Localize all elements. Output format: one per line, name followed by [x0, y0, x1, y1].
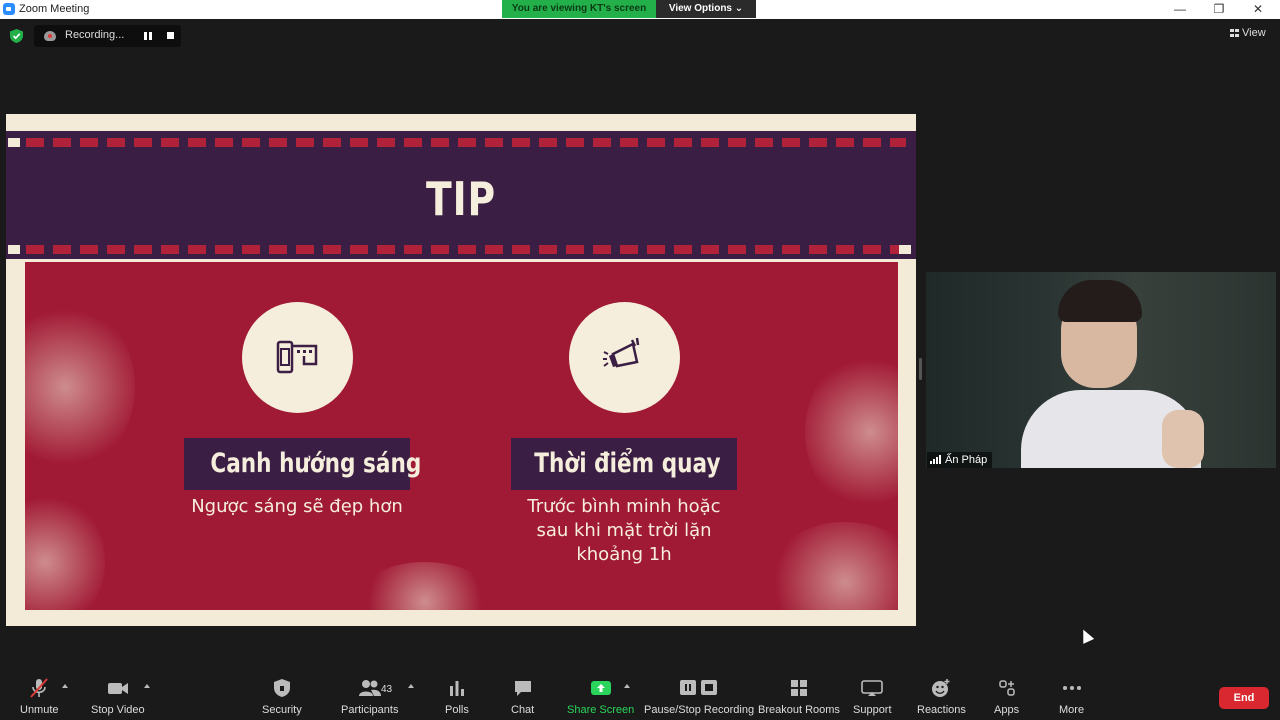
share-options-caret[interactable]: [624, 684, 630, 688]
audio-options-caret[interactable]: [62, 684, 68, 688]
share-screen-label: Share Screen: [567, 704, 635, 716]
participant-video[interactable]: [926, 272, 1276, 468]
reactions-label: Reactions: [917, 704, 966, 716]
encryption-shield-icon[interactable]: [10, 29, 23, 43]
grid-view-icon: [1230, 29, 1239, 37]
shared-screen-slide: TIP Canh hướng sáng Thời điểm quay Ngược…: [6, 114, 916, 626]
support-label: Support: [853, 704, 892, 716]
participant-hair: [1058, 280, 1142, 322]
tip-description: Ngược sáng sẽ đẹp hơn: [147, 495, 447, 519]
participants-icon: [358, 680, 381, 696]
pause-stop-recording-button[interactable]: Pause/Stop Recording: [644, 678, 754, 716]
reactions-emoji-icon: [932, 679, 950, 697]
meeting-toolbar: Unmute Stop Video Security Participants …: [0, 670, 1280, 720]
pause-stop-recording-label: Pause/Stop Recording: [644, 704, 755, 716]
film-perforation-end: [899, 245, 911, 254]
window-title: Zoom Meeting: [19, 3, 90, 15]
end-meeting-button[interactable]: End: [1219, 687, 1269, 709]
more-dots-icon: [1062, 686, 1081, 690]
texture-speckle: [6, 492, 105, 626]
stop-video-label: Stop Video: [91, 704, 145, 716]
pause-recording-icon[interactable]: [144, 32, 152, 40]
tip-icon-circle: [242, 302, 353, 413]
texture-speckle: [805, 352, 916, 512]
participant-name-tag: Ấn Pháp: [927, 452, 993, 468]
breakout-rooms-icon: [790, 680, 807, 696]
unmute-button[interactable]: Unmute: [20, 678, 59, 716]
stop-video-button[interactable]: Stop Video: [91, 678, 145, 716]
megaphone-icon: [603, 337, 640, 368]
reactions-button[interactable]: Reactions: [917, 678, 966, 716]
view-layout-button[interactable]: View: [1230, 27, 1266, 39]
participant-thumbs-up: [1162, 410, 1204, 468]
film-perforation-end: [8, 138, 20, 147]
participants-options-caret[interactable]: [408, 684, 414, 688]
more-label: More: [1059, 704, 1085, 716]
participants-count-badge: 43: [381, 684, 393, 695]
recording-indicator: Recording...: [34, 25, 181, 47]
polls-label: Polls: [445, 704, 469, 716]
film-perforation-end: [8, 245, 20, 254]
viewing-screen-banner: You are viewing KT's screen: [502, 0, 656, 18]
texture-speckle: [355, 562, 495, 626]
support-button[interactable]: Support: [853, 678, 892, 716]
tip-description-line: Trước bình minh hoặc: [527, 496, 721, 517]
security-label: Security: [262, 704, 302, 716]
share-screen-icon: [590, 681, 611, 695]
restore-button[interactable]: ❐: [1205, 1, 1233, 17]
chat-bubble-icon: [514, 681, 531, 696]
film-roll-icon: [276, 340, 318, 374]
mouse-cursor-icon: [1077, 627, 1095, 644]
tips-panel: Canh hướng sáng Thời điểm quay Ngược sán…: [6, 262, 916, 626]
close-window-button[interactable]: ✕: [1244, 1, 1272, 17]
support-screen-icon: [861, 680, 884, 696]
apps-icon: [998, 680, 1015, 696]
muted-microphone-icon: [30, 678, 49, 698]
texture-speckle: [765, 522, 916, 626]
unmute-label: Unmute: [20, 704, 59, 716]
zoom-app-icon: [3, 3, 15, 15]
tip-description-line: Ngược sáng sẽ đẹp hơn: [191, 496, 403, 517]
security-shield-icon: [273, 679, 290, 697]
film-perforations-top: [26, 138, 906, 147]
recording-label: Recording...: [65, 29, 125, 41]
chat-button[interactable]: Chat: [511, 678, 534, 716]
participants-label: Participants: [341, 704, 399, 716]
video-camera-icon: [107, 683, 128, 694]
chat-label: Chat: [511, 704, 535, 716]
tip-description-line: sau khi mặt trời lặn: [536, 520, 712, 541]
video-options-caret[interactable]: [144, 684, 150, 688]
texture-speckle: [6, 302, 135, 472]
tip-heading-text: Thời điểm quay: [534, 448, 721, 479]
security-button[interactable]: Security: [262, 678, 302, 716]
view-options-button[interactable]: View Options ⌄: [656, 0, 756, 18]
tip-description-line: khoảng 1h: [576, 544, 672, 565]
breakout-rooms-label: Breakout Rooms: [758, 704, 840, 716]
apps-label: Apps: [994, 704, 1020, 716]
participant-name: Ấn Pháp: [945, 454, 988, 466]
tip-description: Trước bình minh hoặc sau khi mặt trời lặ…: [474, 495, 774, 567]
view-label: View: [1242, 27, 1266, 39]
polls-button[interactable]: Polls: [445, 678, 469, 716]
slide-title: TIP: [426, 172, 496, 226]
panel-resize-handle[interactable]: [919, 358, 922, 380]
pause-stop-recording-icon: [680, 680, 718, 695]
stop-recording-icon[interactable]: [167, 32, 174, 39]
more-button[interactable]: More: [1059, 678, 1084, 716]
polls-chart-icon: [449, 681, 464, 696]
cloud-recording-icon: [44, 31, 56, 41]
film-perforations-bottom: [26, 245, 906, 254]
signal-strength-icon: [930, 455, 941, 464]
breakout-rooms-button[interactable]: Breakout Rooms: [758, 678, 840, 716]
tip-heading: Thời điểm quay: [511, 438, 737, 490]
apps-button[interactable]: Apps: [994, 678, 1019, 716]
tip-heading: Canh hướng sáng: [184, 438, 421, 490]
tip-icon-circle: [569, 302, 680, 413]
tip-heading-text: Canh hướng sáng: [210, 448, 422, 479]
minimize-button[interactable]: —: [1166, 1, 1194, 17]
